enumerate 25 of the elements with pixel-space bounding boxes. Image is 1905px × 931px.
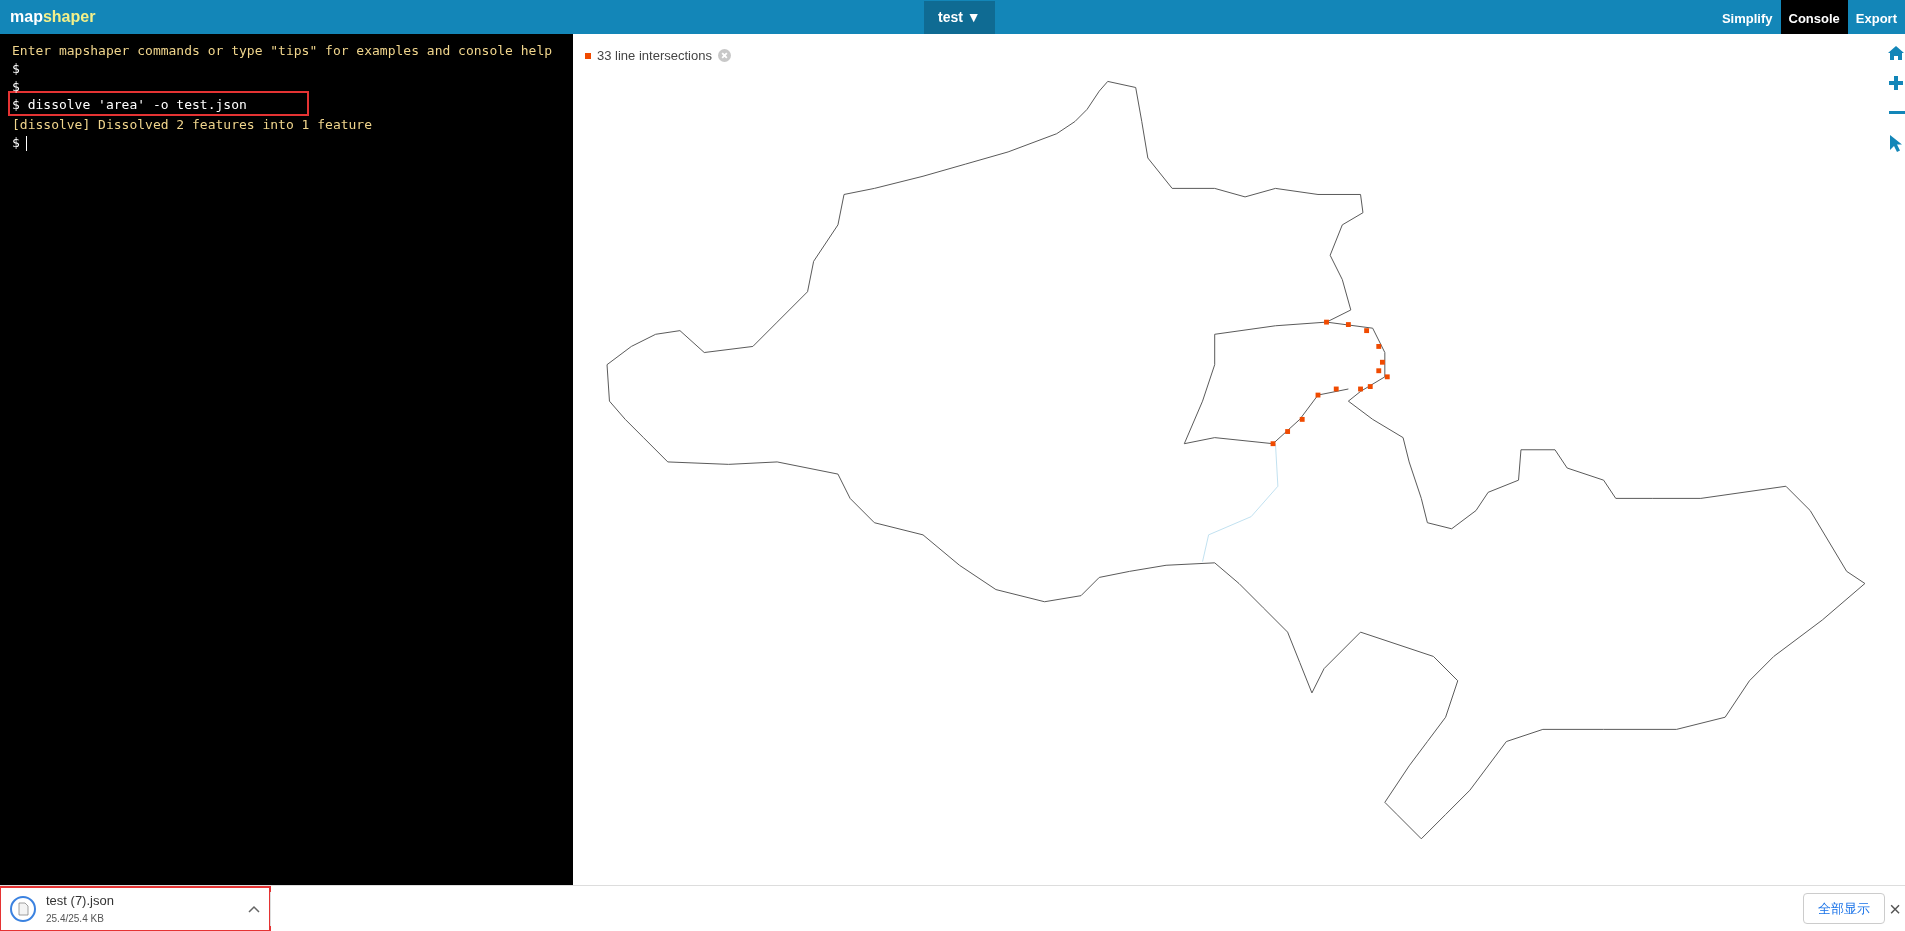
close-button[interactable]: × — [1885, 893, 1905, 924]
download-progress: 25.4/25.4 KB — [46, 911, 105, 926]
console-prompt: $ — [12, 78, 20, 96]
console-prompt: $ — [12, 60, 20, 78]
pointer-icon[interactable] — [1887, 134, 1905, 152]
console-message: Enter mapshaper commands or type "tips" for examples and console help — [12, 42, 554, 60]
zoom-in-icon[interactable] — [1887, 74, 1905, 92]
download-item[interactable]: test (7).json 25.4/25.4 KB — [0, 886, 270, 931]
tab[interactable]: Export — [1847, 0, 1905, 34]
show-all-button[interactable]: 全部显示 — [1803, 892, 1886, 925]
text-cursor — [25, 136, 27, 151]
tab[interactable]: Simplify — [1713, 0, 1781, 34]
home-icon[interactable] — [1887, 44, 1905, 62]
layer-menu[interactable]: test ▼ — [924, 0, 995, 34]
console-prompt: $ — [12, 96, 20, 114]
file-icon — [10, 895, 36, 922]
intersections-label: 33 line intersections — [597, 47, 712, 65]
file-name: test (7).json — [46, 892, 114, 911]
console-command: dissolve 'area' -o test.json — [26, 96, 247, 114]
console-prompt: $ — [12, 134, 20, 152]
caret-icon[interactable] — [248, 905, 260, 914]
tab[interactable]: Console — [1780, 0, 1848, 34]
intersection-marker-icon — [585, 52, 591, 59]
app-logo: mapshaper — [9, 7, 97, 27]
console-message: [dissolve] Dissolved 2 features into 1 feature — [12, 116, 374, 134]
